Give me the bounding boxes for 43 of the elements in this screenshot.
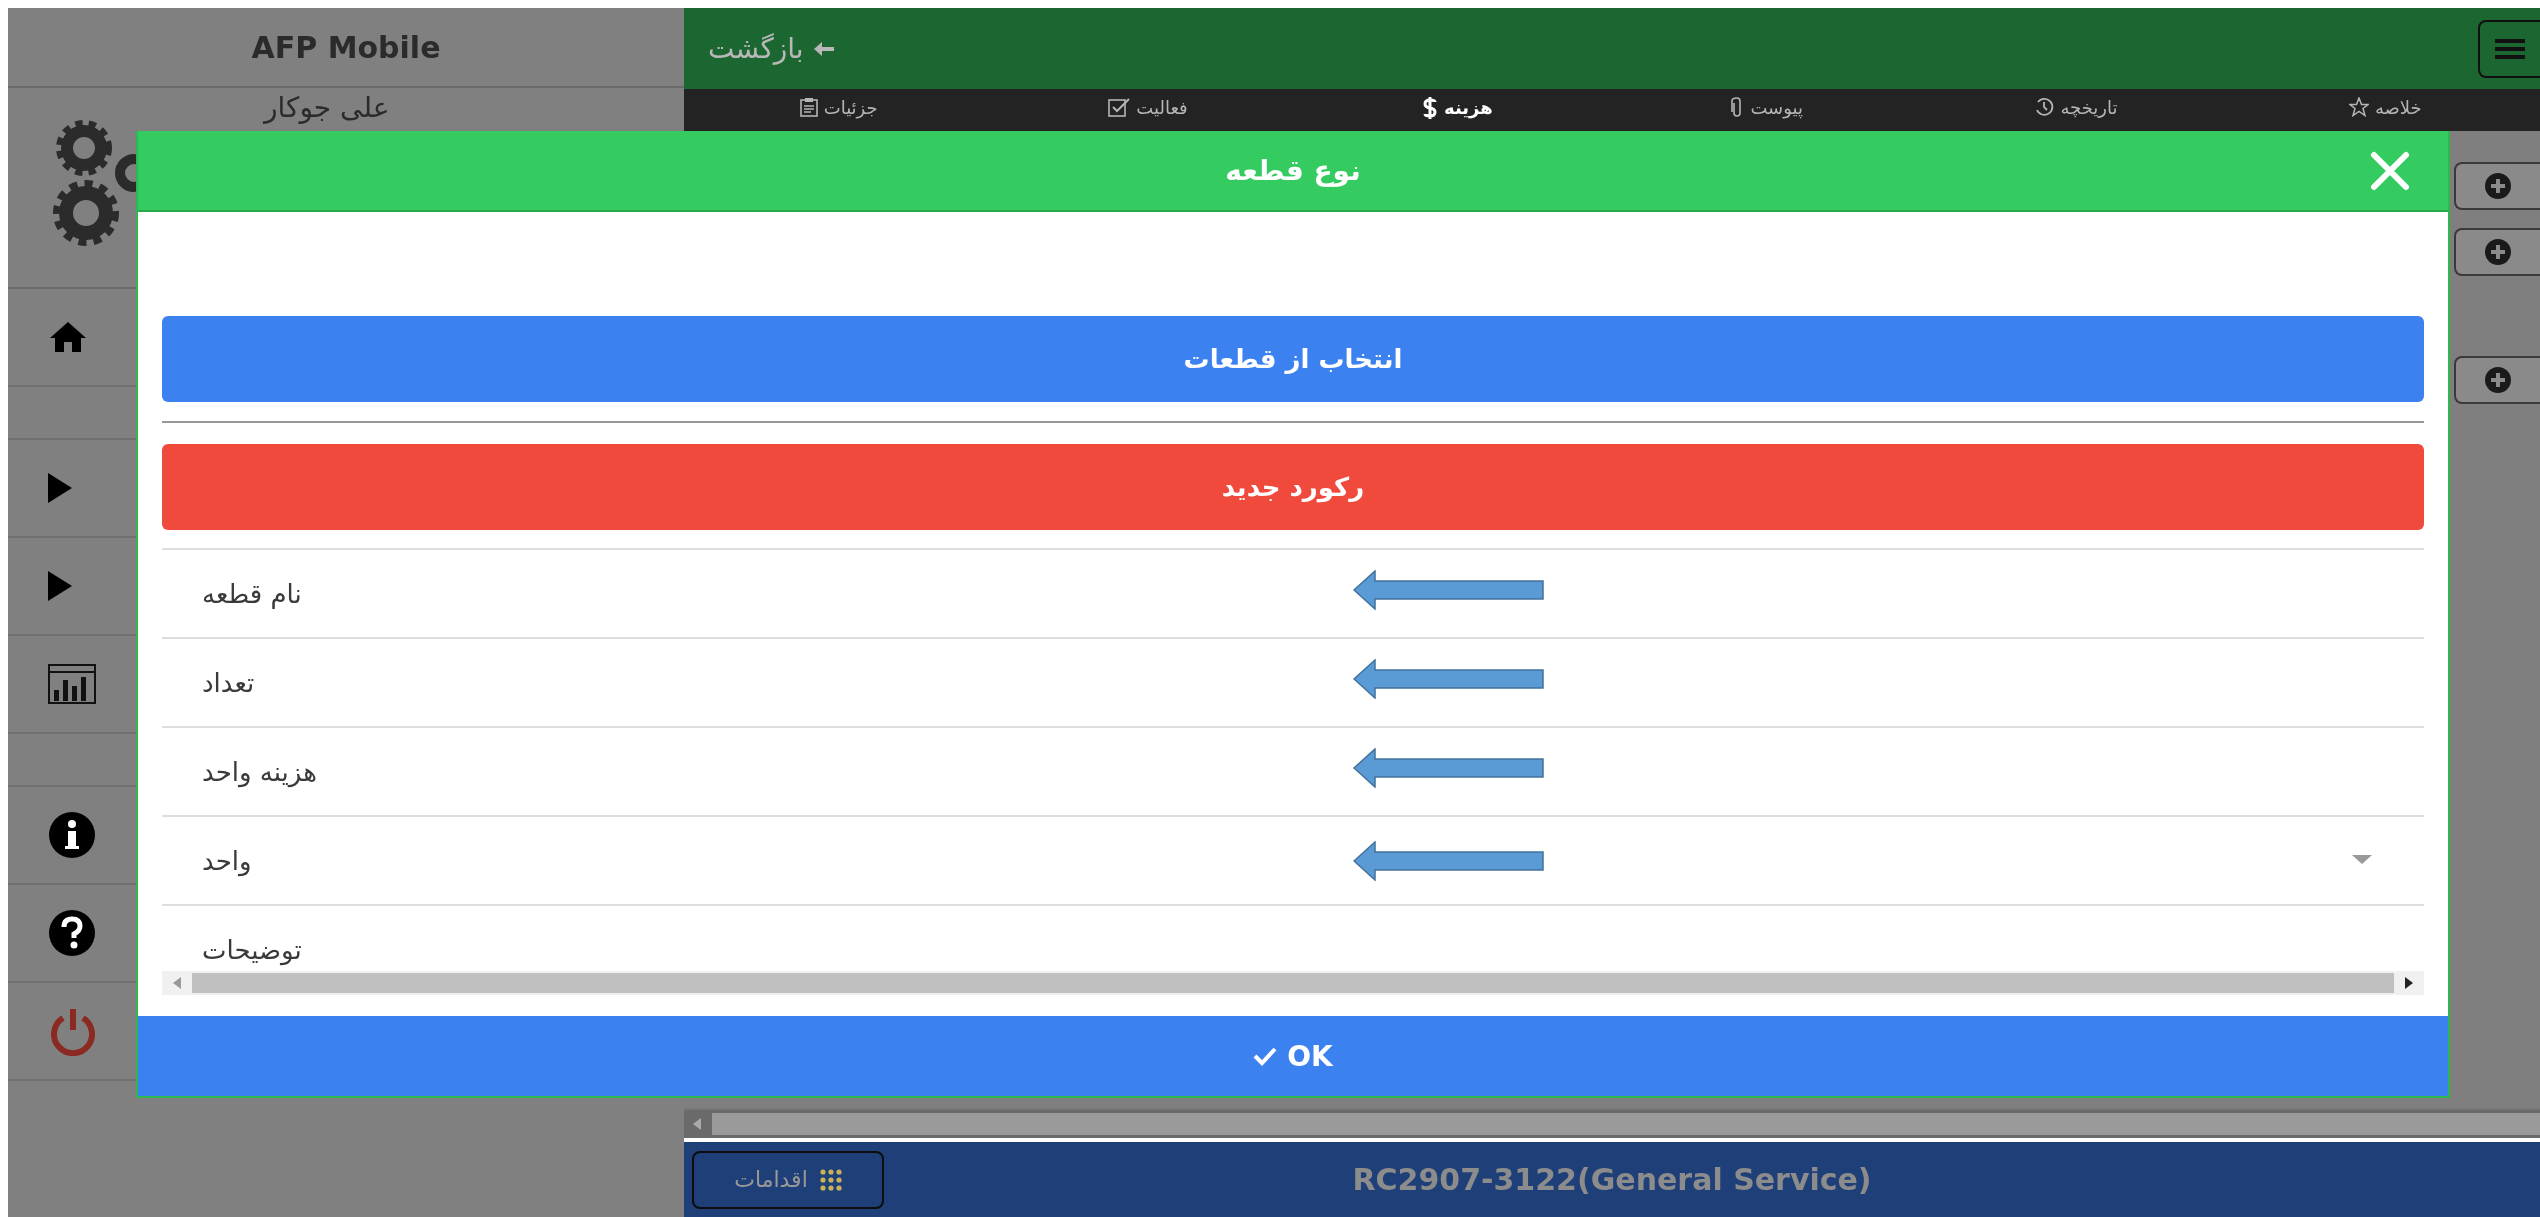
add-button[interactable]: [2454, 356, 2540, 404]
menu-button[interactable]: [2478, 19, 2540, 78]
actions-button[interactable]: اقدامات: [692, 1150, 884, 1209]
tab[interactable]: جزئیات: [684, 89, 994, 131]
info-icon[interactable]: [48, 811, 96, 859]
ok-button[interactable]: OK: [138, 1016, 2448, 1096]
field-label: توضیحات: [202, 935, 302, 965]
checkbox-icon: [1108, 97, 1131, 117]
plus-icon: [2484, 238, 2512, 266]
add-button[interactable]: [2454, 228, 2540, 276]
clock-icon: [2034, 97, 2055, 117]
tab[interactable]: فعالیت: [993, 89, 1303, 131]
back-link[interactable]: بازگشت: [708, 32, 834, 65]
clipboard-icon: [799, 97, 818, 117]
menu-icon: [2495, 37, 2525, 60]
scroll-right-icon[interactable]: [2404, 977, 2414, 989]
dollar-icon: [1422, 97, 1438, 119]
tab[interactable]: خلاصه: [2230, 89, 2540, 131]
grid-icon: [819, 1168, 842, 1191]
field-label: نام قطعه: [202, 578, 302, 609]
select-parts-button[interactable]: انتخاب از قطعات: [162, 316, 2424, 402]
plus-icon: [2484, 366, 2512, 394]
field-label: تعداد: [202, 667, 255, 698]
field-label: واحد: [202, 845, 252, 876]
field-label: هزینه واحد: [202, 756, 317, 787]
star-icon: [2348, 97, 2369, 117]
user-name: علی جوکار: [264, 91, 390, 124]
bar-chart-icon[interactable]: [48, 664, 96, 704]
help-icon[interactable]: [48, 909, 96, 957]
tab[interactable]: هزینه: [1302, 89, 1612, 131]
play-icon[interactable]: [48, 571, 72, 601]
home-icon[interactable]: [48, 320, 88, 354]
tab[interactable]: پیوست: [1612, 89, 1922, 131]
tab[interactable]: تاریخچه: [1921, 89, 2231, 131]
dialog-title: نوع قطعه: [1225, 154, 1361, 187]
record-title: RC2907-3122(General Service): [1352, 1162, 1872, 1197]
new-record-button[interactable]: رکورد جدید: [162, 444, 2424, 530]
play-icon[interactable]: [48, 473, 72, 503]
check-icon: [1253, 1046, 1278, 1066]
add-button[interactable]: [2454, 162, 2540, 210]
plus-icon: [2484, 172, 2512, 200]
back-arrow-icon: [813, 40, 834, 57]
dropdown-caret-icon[interactable]: [2352, 855, 2372, 865]
